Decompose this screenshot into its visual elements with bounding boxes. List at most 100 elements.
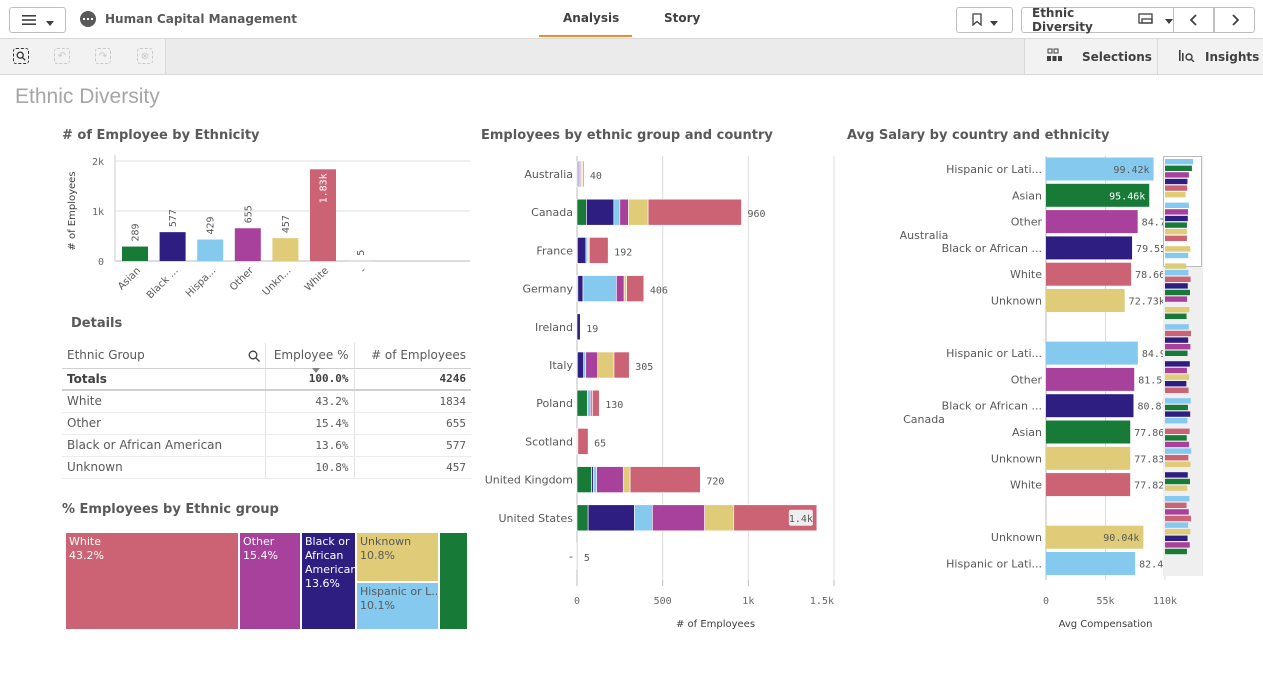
minichart-bar: [1165, 387, 1189, 393]
table-row[interactable]: Other 15.4% 655: [62, 412, 471, 435]
global-menu-button[interactable]: [9, 7, 66, 33]
tab-analysis[interactable]: Analysis: [563, 11, 619, 25]
column-header-employee-pct[interactable]: Employee %: [264, 343, 354, 369]
step-forward-icon[interactable]: ↷: [95, 48, 111, 64]
x-tick-label: 500: [654, 596, 672, 607]
minichart-bar: [1165, 455, 1189, 461]
treemap-cell-asian[interactable]: [440, 533, 467, 629]
minichart-bar: [1165, 209, 1188, 215]
treemap-value: 43.2%: [69, 549, 104, 562]
treemap-title: % Employees by Ethnic group: [62, 502, 279, 517]
selections-button[interactable]: Selections: [1024, 39, 1157, 74]
salary-bar-other: [1046, 210, 1138, 234]
table-row[interactable]: White 43.2% 1834: [62, 390, 471, 413]
minichart-bar: [1165, 522, 1189, 528]
previous-sheet-button[interactable]: [1173, 7, 1214, 33]
minichart-bar: [1165, 215, 1188, 222]
salary-chart-title: Avg Salary by country and ethnicity: [847, 128, 1110, 143]
selection-toolbar: ↶ ↷ ⊗ Selections Insights: [0, 39, 1263, 75]
salary-value-label: 72.73k: [1129, 297, 1165, 308]
treemap-cell-black-african-american[interactable]: Black or African American 13.6%: [302, 533, 355, 629]
minichart-bar: [1165, 542, 1190, 548]
bookmark-button[interactable]: [956, 7, 1013, 33]
minichart-bar: [1165, 185, 1188, 191]
tab-story[interactable]: Story: [664, 11, 700, 25]
search-icon[interactable]: [248, 350, 260, 363]
country-label: France: [536, 244, 573, 257]
bar-unkn: [272, 238, 299, 261]
treemap-label: Black or African American: [305, 535, 355, 576]
salary-bar-black-or-african-american: [1046, 236, 1133, 260]
minichart-bar: [1165, 361, 1190, 367]
x-tick-label: 1k: [742, 596, 754, 607]
table-row[interactable]: Unknown 10.8% 457: [62, 456, 471, 479]
bar-segment-white: [613, 351, 630, 379]
clear-selections-icon[interactable]: ⊗: [137, 48, 153, 64]
minichart-bar: [1165, 222, 1187, 228]
bar-value-label: 655: [243, 205, 254, 223]
bar-segment-white: [577, 428, 589, 455]
salary-bar-white: [1046, 473, 1131, 497]
treemap-cell-unknown[interactable]: Unknown 10.8%: [357, 533, 438, 581]
column-header-employee-count[interactable]: # of Employees: [353, 343, 471, 369]
minichart-bar: [1165, 502, 1187, 508]
employees-by-country-chart[interactable]: 0 500 1k 1.5k # of Employees Australia 40 Canad…: [478, 150, 840, 635]
ethnicity-label: Unknown: [991, 531, 1042, 544]
bar-segment-hispanic-or-latino: [592, 466, 598, 493]
employee-by-ethnicity-chart[interactable]: 0 1k 2k # of Employees 289 Asian 577 Black ... 4…: [60, 150, 475, 300]
next-sheet-button[interactable]: [1214, 7, 1255, 33]
minichart-bar: [1165, 367, 1187, 374]
country-group-label: Canada: [903, 413, 945, 426]
sheet-selector[interactable]: Ethnic Diversity: [1021, 6, 1174, 34]
x-tick-label: Unkn...: [261, 265, 294, 298]
sort-descending-icon: [311, 367, 320, 373]
minichart-bar: [1165, 472, 1188, 478]
step-back-icon[interactable]: ↶: [54, 48, 70, 64]
ethnicity-label: Asian: [1012, 426, 1042, 439]
minichart-bar: [1165, 178, 1188, 185]
cell-pct: 10.8%: [264, 456, 354, 479]
minichart-bar: [1165, 448, 1192, 454]
table-header-row: Ethnic Group Employee % # of Employees: [62, 343, 471, 369]
avg-salary-chart[interactable]: 0 55k 110k Avg Compensation Hispanic or Lati…: [840, 150, 1263, 635]
cell-group[interactable]: Other: [62, 412, 265, 435]
x-tick-label: -: [358, 265, 369, 276]
cell-group[interactable]: White: [62, 390, 265, 413]
country-label: Canada: [531, 206, 573, 219]
table-row[interactable]: Black or African American 13.6% 577: [62, 434, 471, 457]
cell-pct: 43.2%: [264, 390, 354, 413]
minichart-bar: [1165, 289, 1190, 296]
x-tick-label: 0: [574, 596, 580, 607]
bar-segment-unknown: [704, 504, 735, 532]
ethnicity-label: Asian: [1012, 189, 1042, 202]
minichart-bar: [1165, 374, 1190, 380]
bar-segment-other: [596, 466, 624, 493]
y-axis-title: # of Employees: [67, 171, 78, 250]
bar-segment-black-or-african-american: [577, 275, 584, 302]
salary-bar-unknown: [1046, 289, 1125, 312]
treemap-label: Hispanic or L...: [360, 585, 438, 598]
insights-button[interactable]: Insights: [1157, 39, 1263, 74]
bar-segment-other: [585, 351, 599, 379]
ethnic-group-treemap[interactable]: White 43.2% Other 15.4% Black or African…: [66, 533, 467, 629]
bar-segment-white: [589, 237, 609, 264]
smart-search-icon[interactable]: [13, 48, 29, 64]
bar-segment-asian: [576, 389, 588, 417]
cell-group[interactable]: Black or African American: [62, 434, 265, 457]
x-tick-label: 55k: [1096, 596, 1114, 607]
salary-bar-hispanic-or-latino: [1046, 341, 1138, 365]
active-tab-indicator: [539, 35, 632, 37]
ethnicity-label: Hispanic or Lati...: [946, 347, 1042, 360]
treemap-cell-hispanic-latino[interactable]: Hispanic or L... 10.1%: [357, 583, 438, 629]
cell-group[interactable]: Unknown: [62, 456, 265, 479]
chevron-down-icon: [1165, 13, 1173, 27]
column-header-ethnic-group[interactable]: Ethnic Group: [62, 343, 265, 369]
cell-count: 577: [353, 434, 471, 457]
minichart-bar: [1165, 496, 1190, 502]
sheet-title: Ethnic Diversity: [15, 85, 160, 108]
totals-row: Totals 100.0% 4246: [62, 367, 471, 391]
treemap-cell-white[interactable]: White 43.2%: [66, 533, 238, 629]
x-axis-title: Avg Compensation: [1059, 619, 1153, 630]
treemap-cell-other[interactable]: Other 15.4%: [240, 533, 300, 629]
treemap-value: 15.4%: [243, 549, 278, 562]
